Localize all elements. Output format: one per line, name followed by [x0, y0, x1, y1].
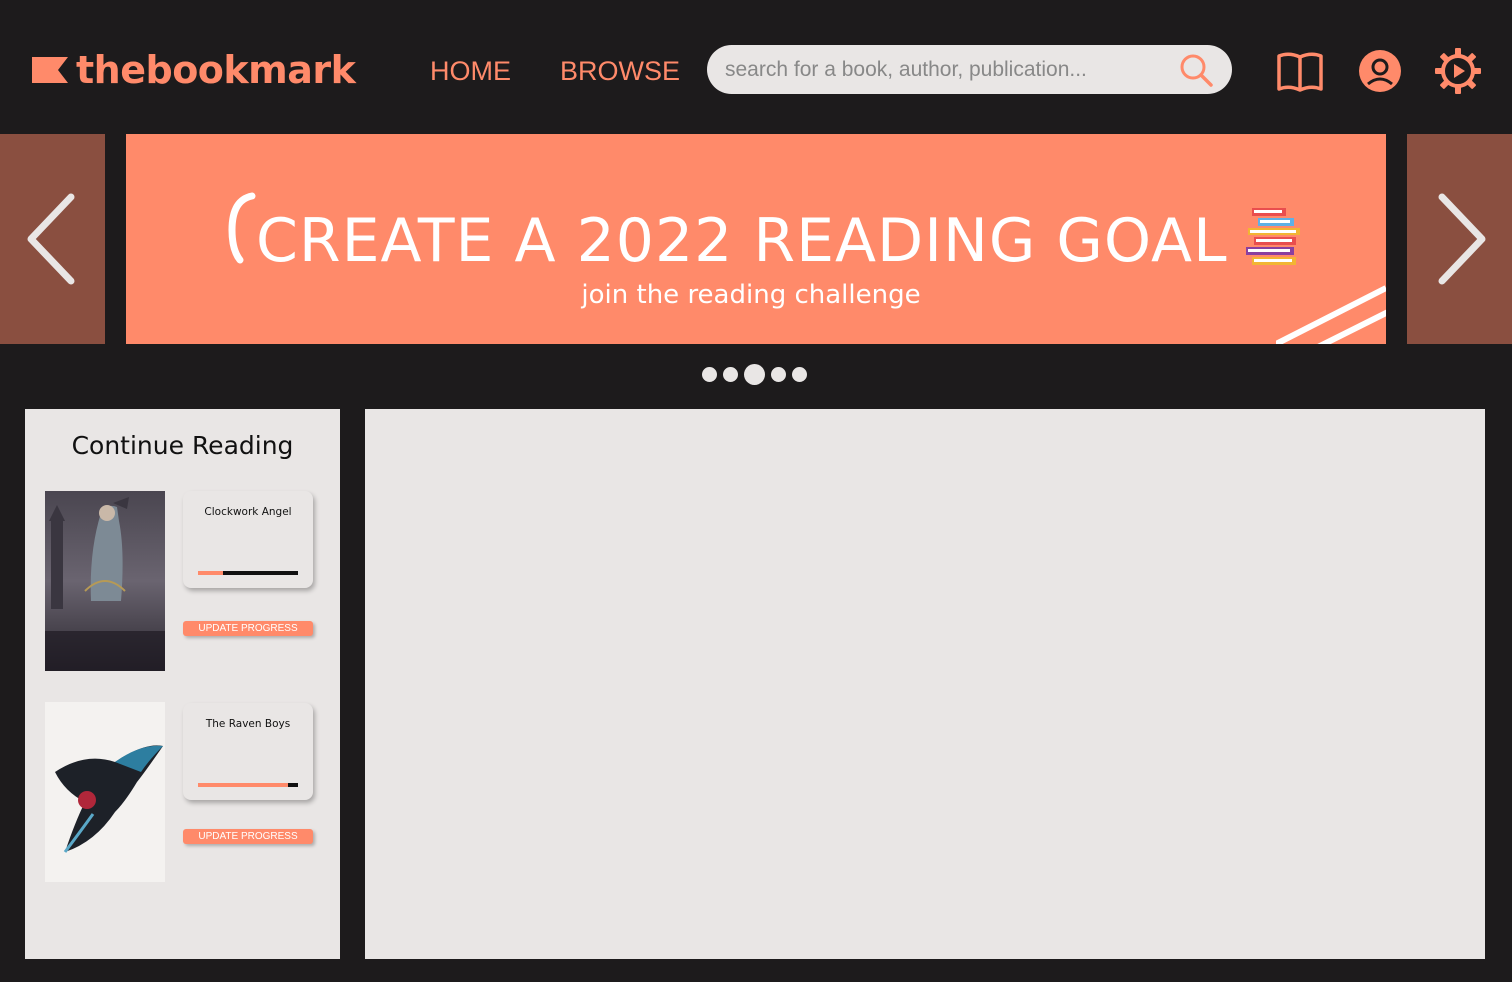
update-progress-button[interactable]: UPDATE PROGRESS [183, 829, 313, 844]
logo-text: thebookmark [76, 48, 356, 92]
progress-bar [198, 571, 298, 575]
carousel-dot[interactable] [723, 367, 738, 382]
progress-bar [198, 783, 298, 787]
user-icon[interactable] [1356, 47, 1404, 95]
book-progress-card[interactable]: Clockwork Angel [183, 491, 313, 588]
carousel-dot[interactable] [771, 367, 786, 382]
nav-home-link[interactable]: HOME [430, 56, 511, 87]
carousel-dot[interactable] [702, 367, 717, 382]
carousel-dot[interactable] [792, 367, 807, 382]
gear-icon[interactable] [1434, 47, 1482, 95]
raven-boys-cover-art [45, 702, 165, 882]
main-content-panel [365, 409, 1485, 959]
book-stack-icon [1246, 208, 1300, 265]
progress-fill [198, 571, 223, 575]
carousel-next-button[interactable] [1407, 134, 1512, 344]
logo[interactable]: thebookmark [30, 46, 356, 94]
carousel-dot-active[interactable] [744, 364, 765, 385]
search-bar [707, 45, 1232, 94]
banner-slide[interactable]: CREATE A 2022 READING GOAL join the read… [126, 134, 1386, 344]
clockwork-angel-cover-art [45, 491, 165, 671]
chevron-right-icon [1438, 193, 1485, 285]
book-title: Clockwork Angel [204, 506, 292, 518]
banner-title: CREATE A 2022 READING GOAL [256, 206, 1228, 276]
chevron-left-icon [27, 193, 74, 285]
banner-stripes-decoration [1276, 285, 1386, 344]
book-cover-raven-boys[interactable] [45, 702, 165, 882]
progress-fill [198, 783, 288, 787]
search-input[interactable] [725, 57, 1178, 82]
search-icon[interactable] [1178, 52, 1214, 88]
continue-reading-panel: Continue Reading Clockwork Angel UPDATE … [25, 409, 340, 959]
book-progress-card[interactable]: The Raven Boys [183, 703, 313, 800]
nav-browse-link[interactable]: BROWSE [560, 56, 680, 87]
continue-reading-title: Continue Reading [71, 431, 294, 460]
book-cover-clockwork-angel[interactable] [45, 491, 165, 671]
app-root: thebookmark HOME BROWSE search for a boo… [0, 0, 1512, 982]
book-title: The Raven Boys [205, 718, 291, 730]
carousel-dots [702, 364, 807, 385]
bookmark-logo-icon [32, 57, 68, 83]
banner-arc-decoration [228, 192, 256, 264]
update-progress-button[interactable]: UPDATE PROGRESS [183, 621, 313, 636]
banner-subtitle: join the reading challenge [581, 280, 921, 310]
carousel-prev-button[interactable] [0, 134, 105, 344]
book-icon[interactable] [1276, 47, 1324, 95]
